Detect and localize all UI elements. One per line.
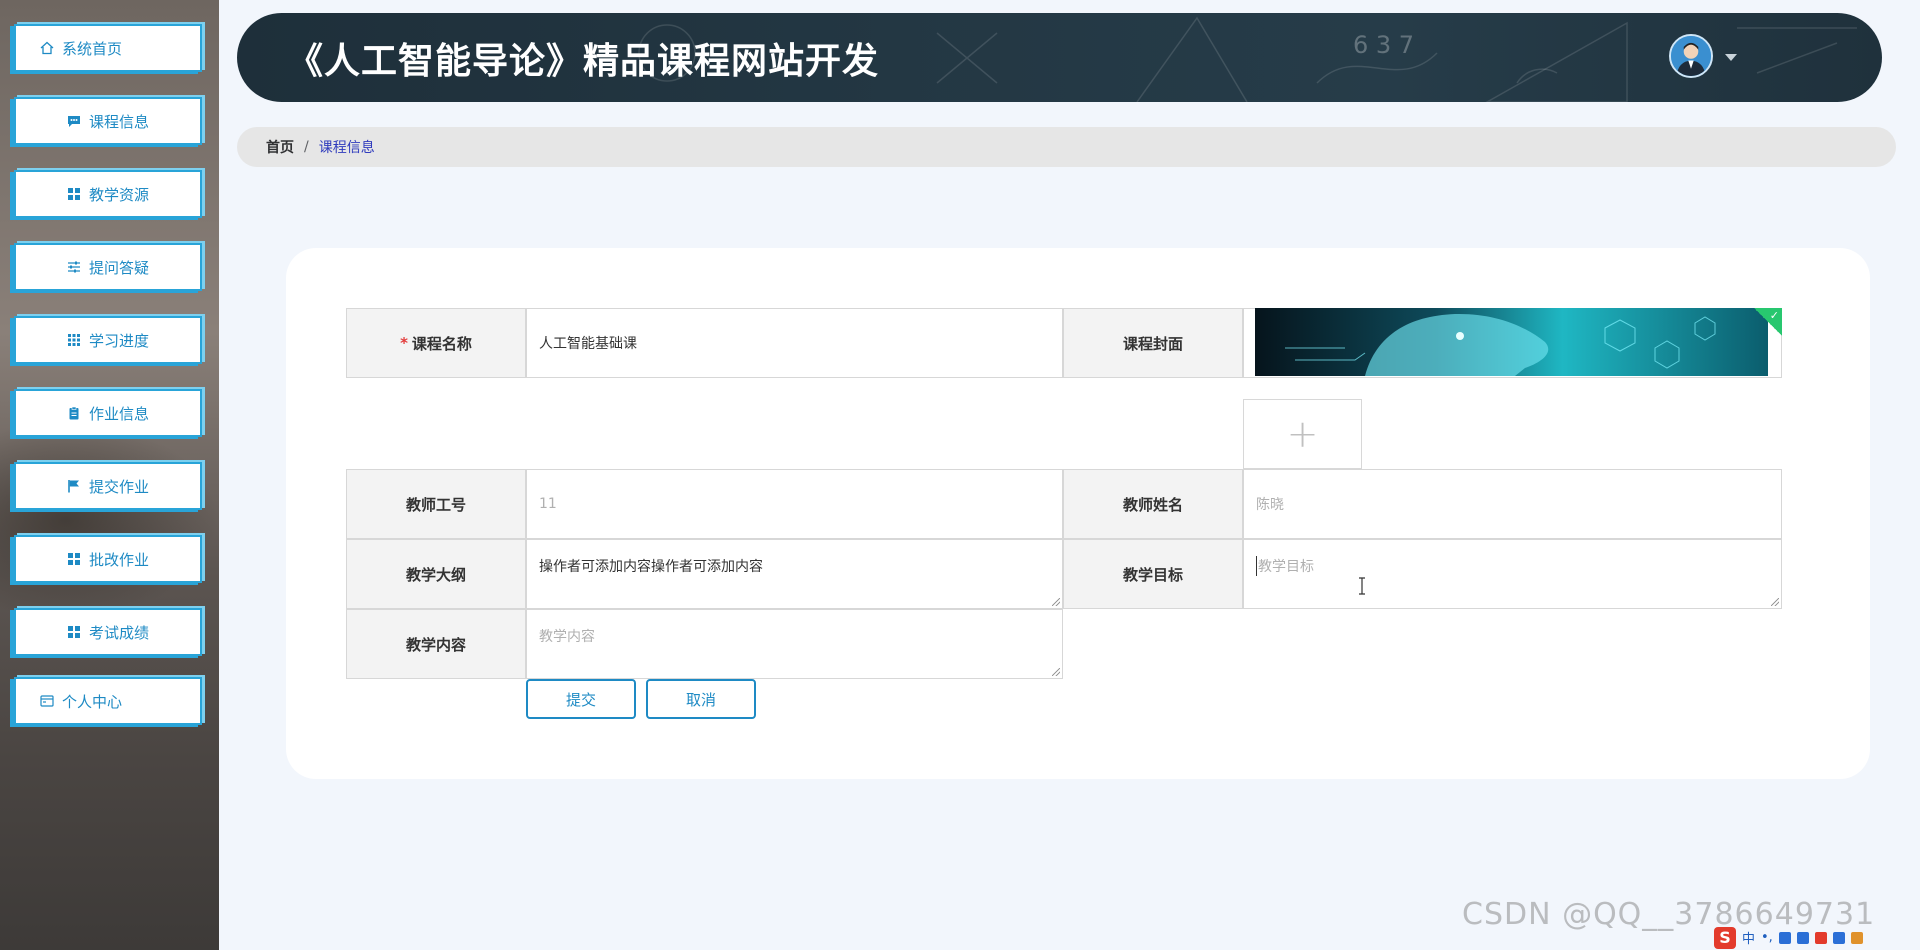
sidebar-item-personal-center[interactable]: 个人中心 xyxy=(14,677,202,725)
chat-icon xyxy=(67,116,80,127)
site-title: 《人工智能导论》精品课程网站开发 xyxy=(287,40,880,82)
cancel-button[interactable]: 取消 xyxy=(646,679,756,719)
sidebar-item-label: 作业信息 xyxy=(88,404,149,423)
mic-icon[interactable] xyxy=(1778,931,1791,944)
apps-icon xyxy=(67,334,80,346)
ime-tray: S 中 •, xyxy=(1710,925,1920,950)
sidebar-item-label: 批改作业 xyxy=(88,550,149,569)
resize-handle[interactable] xyxy=(1052,668,1060,676)
resize-handle[interactable] xyxy=(1771,598,1779,606)
caret-down-icon[interactable] xyxy=(1725,54,1737,61)
sidebar-item-grade-homework[interactable]: 批改作业 xyxy=(14,535,202,583)
resize-handle[interactable] xyxy=(1052,598,1060,606)
sidebar-item-progress[interactable]: 学习进度 xyxy=(14,316,202,364)
sidebar-item-label: 提问答疑 xyxy=(88,258,149,277)
sidebar-item-label: 教学资源 xyxy=(88,185,149,204)
cover-image[interactable] xyxy=(1255,308,1768,376)
sidebar-item-teaching-resources[interactable]: 教学资源 xyxy=(14,170,202,218)
teacher-id-label: 教师工号 xyxy=(346,469,526,539)
grid-icon xyxy=(67,188,80,200)
ime-logo-icon[interactable]: S xyxy=(1714,926,1736,949)
sidebar-item-homework-info[interactable]: 作业信息 xyxy=(14,389,202,437)
sidebar-item-label: 考试成绩 xyxy=(88,623,149,642)
board-numbers: 6 3 7 xyxy=(1353,31,1414,59)
skin-icon[interactable] xyxy=(1850,931,1863,944)
goal-textarea[interactable]: 教学目标 xyxy=(1243,539,1782,609)
sidebar-item-submit-homework[interactable]: 提交作业 xyxy=(14,462,202,510)
ime-punct[interactable]: •, xyxy=(1761,930,1773,945)
sidebar-item-label: 提交作业 xyxy=(88,477,149,496)
sidebar-item-label: 系统首页 xyxy=(62,39,123,58)
plus-icon: + xyxy=(1286,412,1319,456)
sidebar-item-label: 课程信息 xyxy=(88,112,149,131)
breadcrumb-separator: / xyxy=(304,139,309,155)
content-textarea[interactable]: 教学内容 xyxy=(526,609,1063,679)
sidebar-item-label: 个人中心 xyxy=(62,692,123,711)
syllabus-textarea[interactable]: 操作者可添加内容操作者可添加内容 xyxy=(526,539,1063,609)
sliders-icon xyxy=(67,261,80,273)
gift-icon[interactable] xyxy=(1814,931,1827,944)
keyboard-icon[interactable] xyxy=(1796,931,1809,944)
card-icon xyxy=(40,695,54,707)
syllabus-text: 操作者可添加内容操作者可添加内容 xyxy=(539,559,763,575)
sidebar-item-course-info[interactable]: 课程信息 xyxy=(14,97,202,145)
content-placeholder: 教学内容 xyxy=(539,629,595,645)
goal-placeholder: 教学目标 xyxy=(1256,556,1314,576)
flag-icon xyxy=(68,480,79,493)
sidebar-item-exam-scores[interactable]: 考试成绩 xyxy=(14,608,202,656)
grid-icon xyxy=(67,626,80,638)
breadcrumb: 首页 / 课程信息 xyxy=(237,127,1896,167)
sidebar-item-label: 学习进度 xyxy=(88,331,149,350)
content-label: 教学内容 xyxy=(346,609,526,679)
text-cursor-icon xyxy=(1359,577,1365,595)
course-name-label: * 课程名称 xyxy=(346,308,526,378)
clipboard-icon xyxy=(69,406,79,420)
syllabus-label: 教学大纲 xyxy=(346,539,526,609)
upload-success-badge: ✓ xyxy=(1754,308,1782,336)
course-name-input[interactable]: 人工智能基础课 xyxy=(526,308,1063,378)
course-name-label-text: 课程名称 xyxy=(411,334,472,353)
sidebar: 系统首页 课程信息 教学资源 提问答疑 学习进度 作业信息 提交作业 批改作业 … xyxy=(0,0,219,950)
teacher-name-label: 教师姓名 xyxy=(1063,469,1243,539)
teacher-id-input[interactable]: 11 xyxy=(526,469,1063,539)
cover-label: 课程封面 xyxy=(1063,308,1243,378)
teacher-name-input[interactable]: 陈晓 xyxy=(1243,469,1782,539)
home-icon xyxy=(40,41,54,55)
ime-lang[interactable]: 中 xyxy=(1742,928,1755,947)
sidebar-item-home[interactable]: 系统首页 xyxy=(14,24,202,72)
top-header: 6 3 7 《人工智能导论》精品课程网站开发 xyxy=(237,13,1882,102)
breadcrumb-current: 课程信息 xyxy=(318,140,375,156)
breadcrumb-home[interactable]: 首页 xyxy=(266,137,294,157)
required-mark: * xyxy=(400,334,408,352)
sidebar-item-qa[interactable]: 提问答疑 xyxy=(14,243,202,291)
apps-icon[interactable] xyxy=(1832,931,1845,944)
goal-label: 教学目标 xyxy=(1063,539,1243,609)
check-icon: ✓ xyxy=(1769,309,1779,322)
grid-icon xyxy=(67,553,80,565)
upload-button[interactable]: + xyxy=(1243,399,1362,469)
avatar-icon[interactable] xyxy=(1669,34,1713,78)
submit-button[interactable]: 提交 xyxy=(526,679,636,719)
